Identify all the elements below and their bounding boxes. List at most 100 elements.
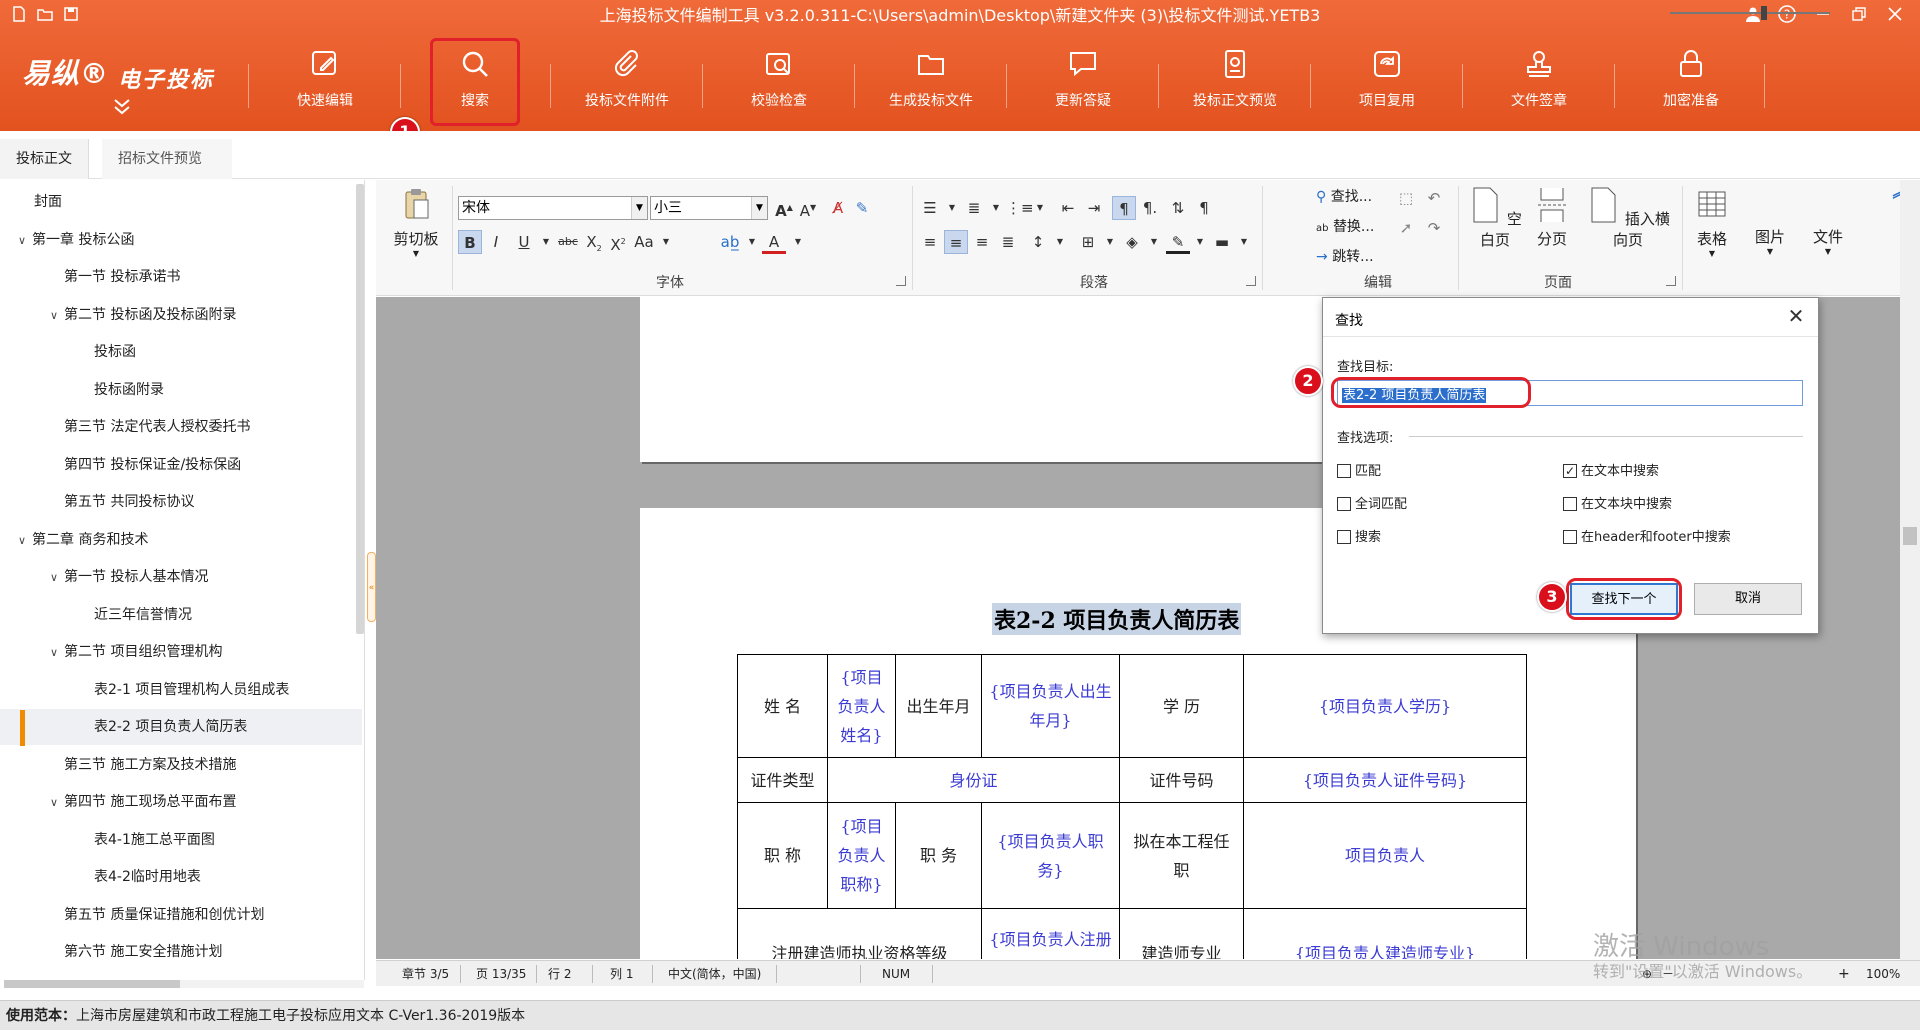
close-icon[interactable]: ✕ [1782, 302, 1810, 330]
chevron-down-icon[interactable]: ∨ [18, 223, 32, 259]
page-dialog-launcher-icon[interactable] [1666, 276, 1676, 286]
highlight-icon[interactable]: ab̲ [718, 230, 742, 254]
font-name-select[interactable]: 宋体 ▼ [458, 196, 648, 220]
line-spacing-icon[interactable]: ↕ [1026, 230, 1050, 254]
checkbox[interactable]: ✓ [1563, 464, 1577, 478]
clipboard-button[interactable]: 剪切板 ▼ [390, 186, 442, 258]
tab-bid-body[interactable]: 投标正文 [0, 139, 89, 179]
document-vscroll-thumb[interactable] [1903, 527, 1917, 545]
checkbox[interactable] [1563, 497, 1577, 511]
align-left-icon[interactable]: ≡ [918, 230, 942, 254]
pen-color-icon[interactable]: ✎ [1166, 230, 1190, 254]
chevron-down-icon[interactable]: ∨ [50, 560, 64, 596]
grow-font-icon[interactable]: A▲ [772, 196, 796, 220]
change-case-icon[interactable]: Aa [632, 230, 656, 254]
tree-item[interactable]: ∨ 第二章 商务和技术 [0, 522, 362, 558]
tree-item[interactable]: 表2-2 项目负责人简历表 [0, 709, 362, 745]
zoom-in-icon[interactable]: + [1838, 961, 1850, 987]
zoom-slider-track[interactable] [1670, 12, 1830, 14]
document-vscroll-track[interactable] [1900, 180, 1920, 960]
generate-bid-button[interactable]: 生成投标文件 [856, 38, 1006, 118]
align-right-icon[interactable]: ≡ [970, 230, 994, 254]
tree-item[interactable]: 投标函 [0, 334, 362, 370]
tree-item[interactable]: 第六节 施工安全措施计划 [0, 934, 362, 970]
bid-preview-button[interactable]: 投标正文预览 [1160, 38, 1310, 118]
tree-item[interactable]: 第三节 法定代表人授权委托书 [0, 409, 362, 445]
font-size-select[interactable]: 小三 ▼ [650, 196, 768, 220]
tree-item[interactable]: 第三节 施工方案及技术措施 [0, 747, 362, 783]
pointer-icon[interactable]: ➚ [1394, 216, 1418, 240]
blank-page-button[interactable]: 空白页 [1468, 186, 1522, 250]
tree-item[interactable]: ∨ 第四节 施工现场总平面布置 [0, 784, 362, 820]
expand-chevron-icon[interactable] [112, 98, 132, 116]
chevron-down-icon[interactable]: ▼ [654, 230, 678, 254]
tree-item[interactable]: ∨ 第二节 项目组织管理机构 [0, 634, 362, 670]
chevron-down-icon[interactable]: ▼ [1098, 230, 1122, 254]
checkbox[interactable] [1563, 530, 1577, 544]
insert-landscape-button[interactable]: 插入横向页 [1584, 186, 1672, 250]
tree-item[interactable]: 第五节 质量保证措施和创优计划 [0, 897, 362, 933]
font-color-icon[interactable]: A [762, 230, 786, 254]
find-button[interactable]: ⚲ 查找... [1316, 186, 1372, 206]
tree-item[interactable]: 投标函附录 [0, 372, 362, 408]
chevron-down-icon[interactable]: ▼ [740, 230, 764, 254]
checkbox[interactable] [1337, 497, 1351, 511]
tree-item[interactable]: ...进度计划 [0, 972, 362, 981]
decrease-indent-icon[interactable]: ⇤ [1056, 196, 1080, 220]
paragraph-dialog-launcher-icon[interactable] [1246, 276, 1256, 286]
italic-icon[interactable]: I [484, 230, 508, 254]
chevron-down-icon[interactable]: ▼ [1142, 230, 1166, 254]
validate-button[interactable]: 校验检查 [704, 38, 854, 118]
cancel-button[interactable]: 取消 [1694, 583, 1802, 615]
tree-item[interactable]: ∨ 第一章 投标公函 [0, 222, 362, 258]
minimize-icon[interactable] [1810, 2, 1836, 26]
tree-item[interactable]: ∨ 第一节 投标人基本情况 [0, 559, 362, 595]
tree-item[interactable]: 表2-1 项目管理机构人员组成表 [0, 672, 362, 708]
borders-icon[interactable]: ⊞ [1076, 230, 1100, 254]
tree-item[interactable]: ∨ 第二节 投标函及投标函附录 [0, 297, 362, 333]
chevron-down-icon[interactable]: ∨ [50, 635, 64, 671]
increase-indent-icon[interactable]: ⇥ [1082, 196, 1106, 220]
chevron-down-icon[interactable]: ∨ [18, 523, 32, 559]
show-marks-icon[interactable]: ¶ [1112, 196, 1136, 220]
close-icon[interactable] [1882, 2, 1908, 26]
chevron-down-icon[interactable]: ▼ [984, 196, 1008, 220]
tree-item[interactable]: 表4-1施工总平面图 [0, 822, 362, 858]
checkbox[interactable] [1337, 464, 1351, 478]
font-dialog-launcher-icon[interactable] [896, 276, 906, 286]
quick-edit-button[interactable]: 快速编辑 [250, 38, 400, 118]
tree-item[interactable]: 第一节 投标承诺书 [0, 259, 362, 295]
strikethrough-icon[interactable]: abc [556, 230, 580, 254]
tree-item[interactable]: 表4-2临时用地表 [0, 859, 362, 895]
align-center-icon[interactable]: ≡ [944, 230, 968, 254]
zoom-slider-thumb[interactable] [1761, 6, 1767, 20]
numbered-list-icon[interactable]: ≣ [962, 196, 986, 220]
picture-button[interactable]: 图片 ▼ [1746, 226, 1794, 256]
chevron-down-icon[interactable]: ▼ [786, 230, 810, 254]
redo-icon[interactable]: ↷ [1422, 216, 1446, 240]
file-sign-button[interactable]: 文件签章 [1464, 38, 1614, 118]
restore-icon[interactable] [1846, 2, 1872, 26]
chevron-down-icon[interactable]: ▼ [534, 230, 558, 254]
outline-scrollbar[interactable] [356, 184, 364, 634]
chevron-down-icon[interactable]: ▼ [1232, 230, 1256, 254]
goto-button[interactable]: → 跳转... [1316, 246, 1374, 266]
text-direction-icon[interactable]: ¶. [1138, 196, 1162, 220]
tree-item[interactable]: 第五节 共同投标协议 [0, 484, 362, 520]
chevron-down-icon[interactable]: ∨ [50, 298, 64, 334]
tree-item[interactable]: 封面 [0, 184, 362, 220]
file-button[interactable]: 文件 ▼ [1804, 226, 1852, 256]
tab-tender-preview[interactable]: 招标文件预览 [102, 139, 232, 179]
shrink-font-icon[interactable]: A▼ [796, 196, 820, 220]
shading-icon[interactable]: ◈ [1120, 230, 1144, 254]
chevron-down-icon[interactable]: ▼ [1188, 230, 1212, 254]
bold-icon[interactable]: B [458, 230, 482, 254]
outline-hscroll-thumb[interactable] [4, 980, 180, 988]
help-icon[interactable]: ? [1774, 2, 1800, 26]
tree-item[interactable]: 第四节 投标保证金/投标保函 [0, 447, 362, 483]
project-reuse-button[interactable]: 项目复用 [1312, 38, 1462, 118]
superscript-icon[interactable]: X2 [606, 230, 630, 254]
checkbox[interactable] [1337, 530, 1351, 544]
line-weight-icon[interactable]: ▬ [1210, 230, 1234, 254]
undo-icon[interactable]: ↶ [1422, 186, 1446, 210]
